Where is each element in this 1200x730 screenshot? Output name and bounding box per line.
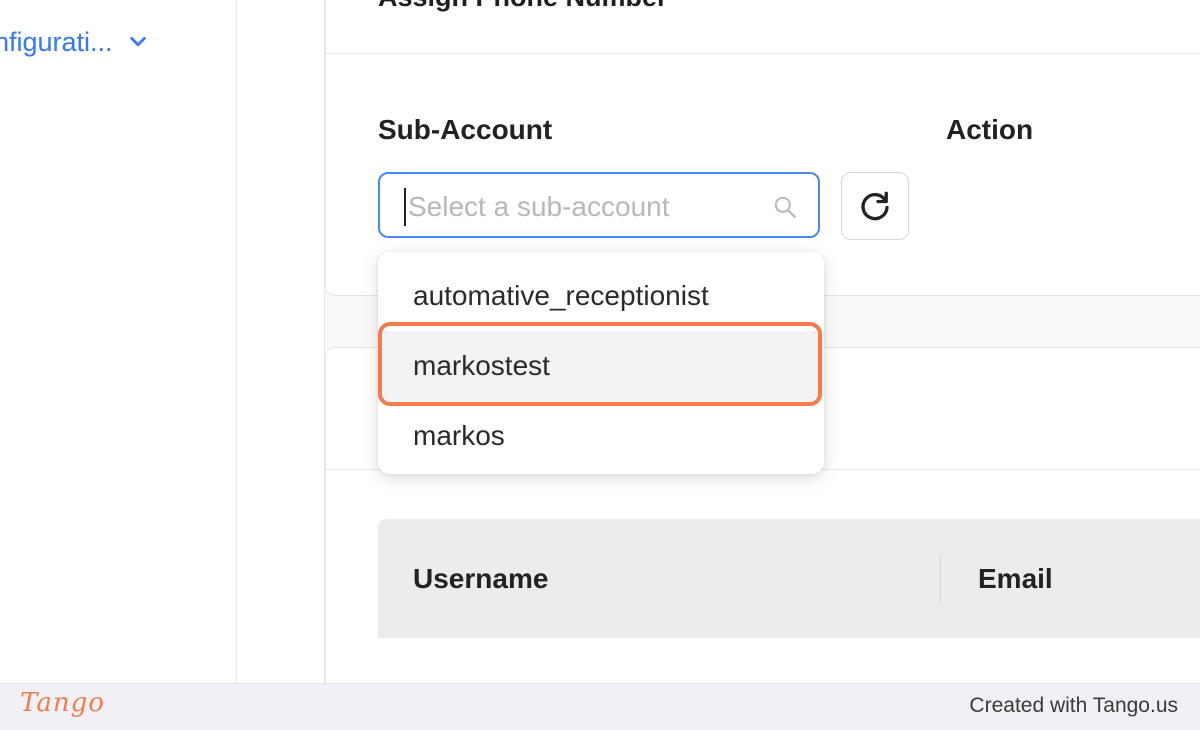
- card-title: Assign Phone Number: [378, 0, 668, 14]
- secondary-sidebar: [237, 0, 325, 683]
- divider: [326, 53, 1200, 54]
- sub-account-search-input[interactable]: [406, 184, 770, 230]
- action-label: Action: [946, 114, 1034, 145]
- sub-account-label: Sub-Account: [378, 114, 553, 145]
- tango-credit: Created with Tango.us: [969, 694, 1178, 717]
- dropdown-option[interactable]: markos: [378, 401, 824, 471]
- column-separator: [940, 555, 941, 603]
- sidebar-item-label: nfigurati...: [0, 26, 113, 57]
- tango-logo: Tango: [20, 688, 105, 718]
- column-header-email[interactable]: Email: [978, 519, 1053, 638]
- column-header-username[interactable]: Username: [413, 519, 548, 638]
- chevron-down-icon: [129, 36, 146, 47]
- sub-account-dropdown: automative_receptionist markostest marko…: [378, 252, 824, 474]
- refresh-icon: [861, 191, 889, 221]
- sidebar: nfigurati...: [0, 0, 237, 683]
- tango-footer: Tango Created with Tango.us: [0, 683, 1200, 730]
- search-icon: [774, 196, 796, 218]
- refresh-button[interactable]: [841, 172, 909, 240]
- sub-account-select[interactable]: [378, 172, 820, 238]
- sidebar-item-configuration[interactable]: nfigurati...: [0, 22, 149, 62]
- dropdown-option[interactable]: automative_receptionist: [378, 261, 824, 331]
- dropdown-option[interactable]: markostest: [378, 331, 824, 401]
- table-header: Username Email: [378, 519, 1200, 638]
